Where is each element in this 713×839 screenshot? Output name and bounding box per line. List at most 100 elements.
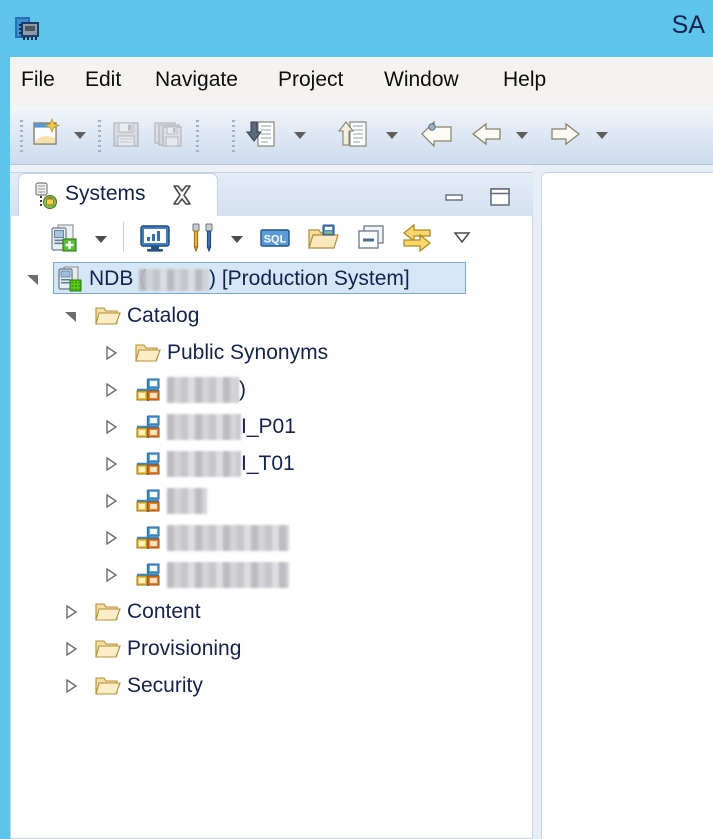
menu-help[interactable]: Help (500, 66, 549, 94)
view-minimize-button[interactable] (442, 186, 466, 208)
schema-icon (135, 525, 161, 551)
main-toolbar (10, 106, 713, 165)
import-button[interactable] (244, 117, 276, 151)
folder-icon (95, 636, 121, 662)
system-node-label-prefix: NDB ( (89, 267, 147, 290)
twisty-collapsed-icon[interactable] (103, 493, 119, 509)
menu-file[interactable]: File (18, 66, 58, 94)
twisty-expanded-icon[interactable] (25, 271, 41, 287)
redacted-user-name (139, 269, 209, 291)
svg-text:SQL: SQL (264, 234, 287, 246)
new-wizard-dropdown[interactable] (72, 128, 88, 140)
open-folder-icon[interactable] (307, 222, 339, 254)
twisty-expanded-icon[interactable] (63, 308, 79, 324)
title-bar: SA (0, 0, 713, 57)
redacted-schema-name (167, 488, 207, 514)
window-title: SA (671, 11, 705, 39)
folder-icon (95, 599, 121, 625)
tree-node-schema[interactable]: I_P01 (11, 408, 532, 445)
monitor-icon[interactable] (139, 222, 171, 254)
collapse-all-icon[interactable] (355, 222, 387, 254)
redacted-schema-name (167, 525, 289, 551)
tree-node-public-synonyms[interactable]: Public Synonyms (11, 334, 532, 371)
twisty-collapsed-icon[interactable] (63, 678, 79, 694)
new-wizard-button[interactable] (30, 117, 62, 151)
view-menu-icon[interactable] (453, 230, 471, 244)
tree-node-label: Provisioning (127, 637, 242, 660)
chip-icon (12, 13, 42, 43)
systems-tree[interactable]: NDB ( ) [Production System] Catalog Publ… (11, 260, 532, 837)
systems-view-toolbar: SQL (11, 216, 532, 261)
add-system-button[interactable] (49, 222, 81, 254)
twisty-collapsed-icon[interactable] (103, 456, 119, 472)
export-button[interactable] (336, 117, 368, 151)
export-dropdown[interactable] (384, 128, 400, 140)
system-node-ndb[interactable]: NDB ( ) [Production System] (11, 260, 532, 297)
twisty-collapsed-icon[interactable] (103, 567, 119, 583)
view-maximize-button[interactable] (488, 186, 512, 208)
forward-dropdown[interactable] (594, 128, 610, 140)
import-dropdown[interactable] (292, 128, 308, 140)
menu-window[interactable]: Window (381, 66, 462, 94)
redacted-schema-name (167, 377, 239, 403)
window-left-edge (0, 0, 10, 839)
tree-node-content[interactable]: Content (11, 593, 532, 630)
schema-icon (135, 488, 161, 514)
twisty-collapsed-icon[interactable] (103, 419, 119, 435)
tree-node-schema[interactable] (11, 482, 532, 519)
tree-node-schema[interactable]: ) (11, 371, 532, 408)
menu-edit[interactable]: Edit (82, 66, 124, 94)
folder-icon (95, 303, 121, 329)
twisty-collapsed-icon[interactable] (63, 604, 79, 620)
tree-node-schema[interactable]: I_T01 (11, 445, 532, 482)
view-toolbar-separator (123, 222, 124, 252)
configure-tools-dropdown[interactable] (229, 232, 245, 244)
schema-icon (135, 377, 161, 403)
tree-node-schema[interactable] (11, 556, 532, 593)
sql-icon[interactable]: SQL (259, 222, 291, 254)
view-tab-strip: Systems (10, 172, 533, 218)
database-system-icon (57, 266, 83, 292)
menu-bar: File Edit Navigate Project Window Help (10, 57, 713, 106)
menu-project[interactable]: Project (275, 66, 346, 94)
tools-icon[interactable] (187, 222, 219, 254)
redacted-schema-name (167, 414, 241, 440)
twisty-collapsed-icon[interactable] (103, 345, 119, 361)
tree-node-catalog[interactable]: Catalog (11, 297, 532, 334)
link-arrows-icon[interactable] (401, 222, 433, 254)
schema-icon (135, 414, 161, 440)
twisty-collapsed-icon[interactable] (103, 530, 119, 546)
redacted-schema-name (167, 451, 241, 477)
save-button[interactable] (110, 117, 142, 151)
folder-icon (135, 340, 161, 366)
tree-node-label: Security (127, 674, 203, 697)
tree-node-label-suffix: I_P01 (241, 415, 296, 438)
twisty-collapsed-icon[interactable] (103, 382, 119, 398)
menu-navigate[interactable]: Navigate (152, 66, 241, 94)
tree-node-label: Public Synonyms (167, 341, 329, 364)
tab-label-systems: Systems (65, 182, 146, 205)
tree-node-provisioning[interactable]: Provisioning (11, 630, 532, 667)
tree-node-label-suffix: ) (239, 378, 246, 401)
add-system-dropdown[interactable] (93, 232, 109, 244)
back-dropdown[interactable] (514, 128, 530, 140)
editor-area[interactable] (541, 172, 713, 839)
save-all-button[interactable] (152, 117, 184, 151)
tab-systems[interactable]: Systems (18, 173, 218, 218)
close-x-icon[interactable] (171, 184, 193, 206)
systems-view: Systems SQL NDB () [Production System] … (10, 164, 533, 839)
toolbar-separator (98, 120, 101, 152)
application-window: SA File Edit Navigate Project Window Hel… (0, 0, 713, 839)
tree-node-label: Content (127, 600, 201, 623)
back-button[interactable] (468, 117, 501, 151)
tree-node-schema[interactable] (11, 519, 532, 556)
forward-button[interactable] (548, 117, 581, 151)
toolbar-separator (196, 120, 199, 152)
toolbar-separator (232, 120, 235, 152)
twisty-collapsed-icon[interactable] (63, 641, 79, 657)
back-to-edit-icon[interactable] (418, 117, 452, 151)
systems-view-body: SQL NDB () [Production System] Catalog … (10, 216, 533, 839)
schema-icon (135, 451, 161, 477)
tree-node-security[interactable]: Security (11, 667, 532, 704)
system-node-label-suffix: ) [Production System] (209, 267, 410, 290)
